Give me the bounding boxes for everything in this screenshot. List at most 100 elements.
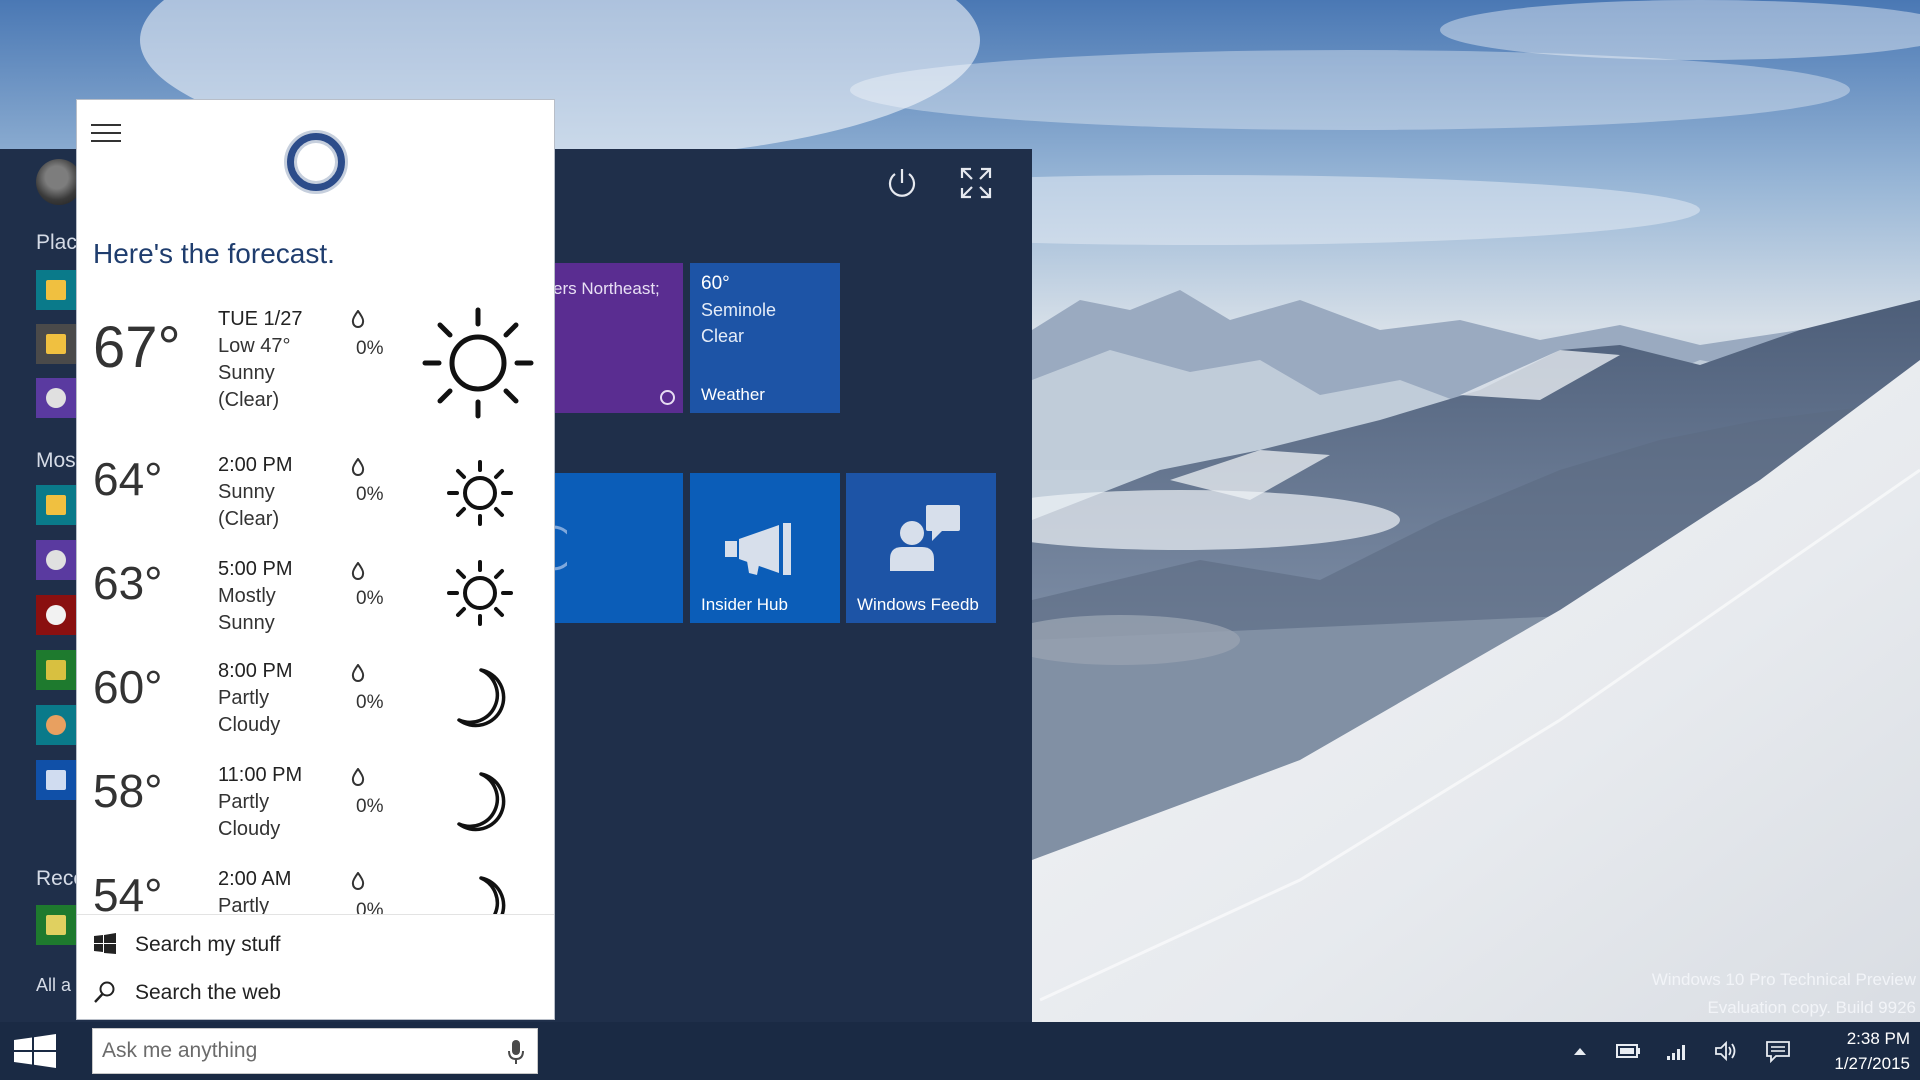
news-tile[interactable]: ers Northeast; — [553, 263, 683, 413]
precip-drop-icon — [351, 768, 365, 786]
forecast-condition: Partly — [218, 687, 270, 709]
clock-time: 2:38 PM — [1846, 1029, 1910, 1048]
battery-icon[interactable] — [1614, 1039, 1642, 1063]
search-my-stuff-label: Search my stuff — [135, 933, 281, 956]
forecast-time: 2:00 PM — [218, 454, 293, 476]
forecast-precip: 0% — [356, 588, 384, 609]
all-apps-link[interactable]: All a — [36, 975, 71, 996]
precip-drop-icon — [351, 310, 365, 328]
windows-feedback-tile[interactable]: Windows Feedb — [846, 473, 996, 623]
forecast-precip: 0% — [356, 484, 384, 505]
moon-icon — [457, 668, 506, 728]
power-button[interactable] — [882, 163, 922, 203]
forecast-temp: 64° — [93, 453, 163, 505]
sun-icon — [447, 560, 513, 626]
volume-speaker-icon[interactable] — [1712, 1039, 1740, 1063]
forecast-condition-detail: Cloudy — [218, 818, 281, 840]
windows-logo-icon — [94, 933, 116, 954]
forecast-row[interactable]: 64° 2:00 PM Sunny (Clear) 0% — [77, 444, 554, 548]
forecast-condition: Partly — [218, 791, 270, 813]
cortana-footer: Search my stuff Search the web — [77, 914, 554, 1019]
forecast-time: 8:00 PM — [218, 660, 293, 682]
forecast-details: 11:00 PM Partly Cloudy — [218, 762, 302, 843]
action-center-notifications-icon[interactable] — [1764, 1039, 1792, 1063]
weather-tile-location: Seminole — [701, 300, 777, 320]
watermark-line-2: Evaluation copy. Build 9926 — [1707, 998, 1916, 1017]
search-my-stuff-button[interactable]: Search my stuff — [93, 927, 533, 961]
watermark-line-1: Windows 10 Pro Technical Preview — [1651, 970, 1916, 989]
powershell-icon[interactable] — [36, 760, 76, 800]
expand-start-button[interactable] — [956, 163, 996, 203]
app-green-icon[interactable] — [36, 650, 76, 690]
windows-start-icon — [14, 1034, 56, 1068]
app-red-icon[interactable] — [36, 595, 76, 635]
forecast-row[interactable]: 58° 11:00 PM Partly Cloudy 0% — [77, 756, 554, 860]
windows-feedback-label: Windows Feedb — [857, 595, 979, 614]
documents-icon[interactable] — [36, 324, 76, 364]
forecast-details: 2:00 AM Partly — [218, 866, 291, 920]
forecast-condition-detail: (Clear) — [218, 389, 280, 411]
partial-circle-icon — [553, 525, 567, 571]
sun-icon — [447, 460, 513, 526]
search-icon — [94, 981, 115, 1003]
forecast-precip: 0% — [356, 338, 384, 359]
paint-icon[interactable] — [36, 705, 76, 745]
microphone-icon[interactable] — [507, 1038, 525, 1066]
forecast-condition-detail: (Clear) — [218, 508, 280, 530]
precip-drop-icon — [351, 872, 365, 890]
weather-tile-label: Weather — [701, 385, 765, 404]
news-tile-text: ers Northeast; — [553, 279, 660, 298]
precip-drop-icon — [351, 562, 365, 580]
section-places: Plac — [36, 231, 77, 254]
clock-date: 1/27/2015 — [1834, 1054, 1910, 1073]
forecast-heading: Here's the forecast. — [93, 238, 335, 269]
weather-tile[interactable]: 60° Seminole Clear Weather — [690, 263, 840, 413]
weather-tile-condition: Clear — [701, 326, 745, 346]
hamburger-menu-icon[interactable] — [91, 122, 123, 146]
recent-app-icon[interactable] — [36, 905, 76, 945]
moon-icon — [457, 772, 506, 832]
forecast-condition: Mostly — [218, 585, 276, 607]
cortana-panel: Here's the forecast. 67° TUE 1/27 Low 47… — [76, 99, 555, 1020]
file-explorer-icon-2[interactable] — [36, 485, 76, 525]
forecast-details: 8:00 PM Partly Cloudy — [218, 658, 292, 739]
cortana-logo-icon — [287, 133, 345, 191]
blue-tile[interactable] — [553, 473, 683, 623]
settings-gear-icon-2[interactable] — [36, 540, 76, 580]
section-most-used: Mos — [36, 449, 76, 472]
forecast-precip: 0% — [356, 796, 384, 817]
forecast-details: 5:00 PM Mostly Sunny — [218, 556, 292, 637]
forecast-row[interactable]: 67° TUE 1/27 Low 47° Sunny (Clear) 0% — [77, 296, 554, 446]
taskbar: 2:38 PM 1/27/2015 — [0, 1022, 1920, 1080]
precip-drop-icon — [351, 458, 365, 476]
forecast-date: TUE 1/27 — [218, 308, 303, 330]
network-signal-icon[interactable] — [1664, 1039, 1692, 1063]
megaphone-icon — [725, 523, 791, 575]
forecast-time: 2:00 AM — [218, 868, 292, 890]
forecast-row[interactable]: 60° 8:00 PM Partly Cloudy 0% — [77, 652, 554, 756]
show-hidden-icons-chevron-up-icon[interactable] — [1566, 1039, 1594, 1063]
forecast-details: TUE 1/27 Low 47° Sunny (Clear) — [218, 306, 302, 414]
search-input[interactable] — [93, 1029, 483, 1073]
forecast-temp: 63° — [93, 557, 163, 609]
forecast-details: 2:00 PM Sunny (Clear) — [218, 452, 292, 533]
forecast-condition-detail: Cloudy — [218, 714, 281, 736]
forecast-low: Low 47° — [218, 335, 291, 357]
forecast-condition-detail: Sunny — [218, 612, 275, 634]
cortana-search-box[interactable] — [92, 1028, 538, 1074]
forecast-temp: 67° — [93, 315, 181, 380]
insider-hub-tile[interactable]: Insider Hub — [690, 473, 840, 623]
insider-hub-label: Insider Hub — [701, 595, 788, 614]
search-the-web-label: Search the web — [135, 981, 281, 1004]
search-the-web-button[interactable]: Search the web — [93, 975, 533, 1009]
settings-gear-icon[interactable] — [36, 378, 76, 418]
forecast-temp: 60° — [93, 661, 163, 713]
forecast-list: 67° TUE 1/27 Low 47° Sunny (Clear) 0% 64… — [77, 296, 554, 1014]
power-icon — [888, 169, 916, 197]
forecast-time: 5:00 PM — [218, 558, 293, 580]
start-button[interactable] — [0, 1022, 70, 1080]
forecast-row[interactable]: 63° 5:00 PM Mostly Sunny 0% — [77, 548, 554, 652]
news-tile-badge-icon — [660, 390, 675, 405]
file-explorer-icon[interactable] — [36, 270, 76, 310]
taskbar-clock[interactable]: 2:38 PM 1/27/2015 — [1792, 1026, 1910, 1076]
